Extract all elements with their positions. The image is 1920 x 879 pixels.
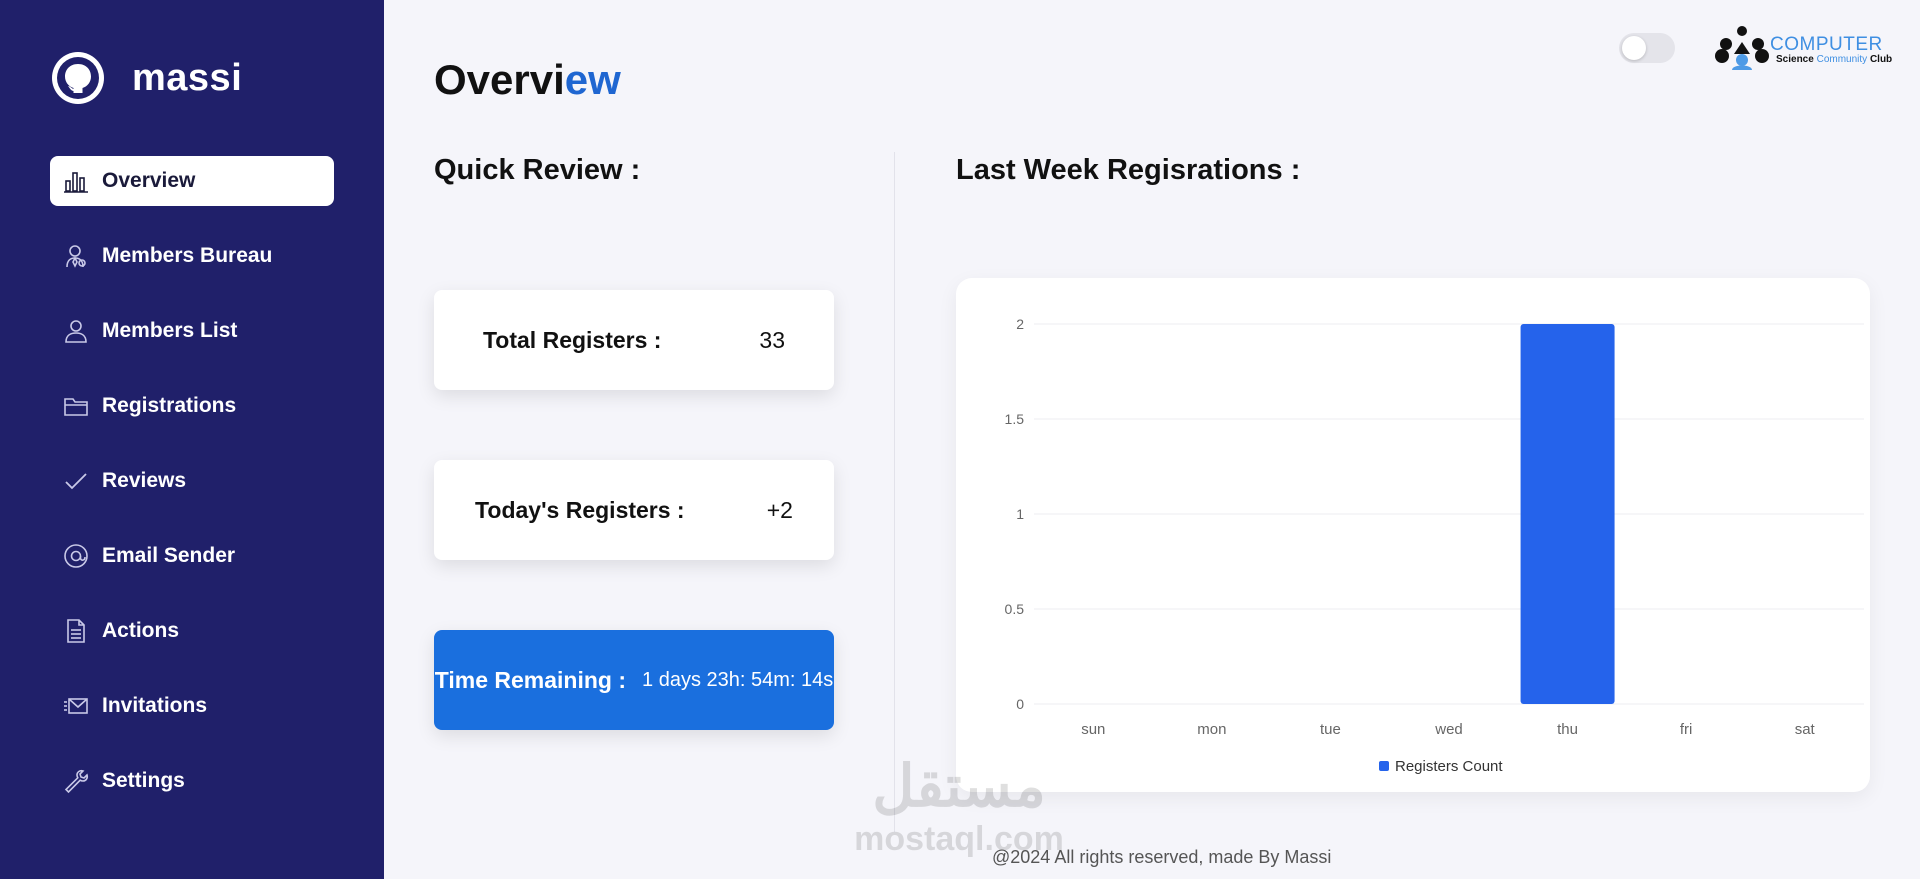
sidebar-item-members-list[interactable]: Members List: [50, 306, 334, 356]
sidebar-item-label: Members Bureau: [102, 244, 273, 267]
y-tick-label: 1: [1016, 506, 1024, 522]
wrench-icon: [62, 767, 90, 795]
club-logo-subtitle: Science Community Club: [1776, 54, 1893, 65]
footer-text: @2024 All rights reserved, made By Massi: [992, 847, 1332, 867]
sidebar: massi Overview Members Bureau Members Li…: [0, 0, 384, 879]
total-registers-card: Total Registers : 33: [434, 290, 834, 390]
user-icon: [62, 317, 90, 345]
legend-swatch: [1379, 761, 1389, 771]
y-tick-label: 0.5: [1005, 601, 1025, 617]
bar-chart-icon: [62, 167, 90, 195]
club-people-icon: [1715, 26, 1769, 70]
registrations-chart-card: 0 0.5 1 1.5 2 sun mon tue wed thu fri sat Registers …: [956, 278, 1870, 792]
at-sign-icon: [62, 542, 90, 570]
envelope-icon: [62, 692, 90, 720]
bar: [1520, 324, 1615, 704]
last-week-title: Last Week Regisrations :: [956, 154, 1301, 186]
sidebar-item-label: Reviews: [102, 469, 187, 492]
sidebar-item-overview[interactable]: Overview: [50, 156, 334, 206]
sidebar-item-label: Members List: [102, 319, 238, 342]
y-tick-label: 2: [1016, 316, 1024, 332]
sidebar-item-label: Overview: [102, 169, 196, 192]
brand-name: massi: [132, 56, 243, 99]
x-tick-label: fri: [1680, 721, 1693, 738]
sidebar-item-reviews[interactable]: Reviews: [50, 456, 334, 506]
y-tick-label: 1.5: [1005, 411, 1025, 427]
sidebar-item-label: Invitations: [102, 694, 208, 717]
sidebar-item-actions[interactable]: Actions: [50, 606, 334, 656]
sidebar-item-members-bureau[interactable]: Members Bureau: [50, 231, 334, 281]
x-tick-label: tue: [1320, 721, 1341, 738]
user-tie-icon: [62, 242, 90, 270]
section-divider: [894, 152, 895, 832]
page-title: Overview: [434, 56, 621, 103]
total-registers-label: Total Registers :: [482, 326, 662, 353]
x-tick-label: wed: [1434, 721, 1463, 738]
sidebar-item-settings[interactable]: Settings: [50, 756, 334, 806]
sidebar-item-label: Email Sender: [102, 544, 236, 567]
club-logo: COMPUTER Science Community Club: [1714, 24, 1894, 72]
sidebar-item-label: Registrations: [102, 394, 237, 417]
time-remaining-card: Time Remaining : 1 days 23h: 54m: 14s: [434, 630, 834, 730]
brand[interactable]: massi: [52, 52, 242, 104]
toggle-knob: [1622, 36, 1646, 60]
x-tick-label: thu: [1557, 721, 1578, 738]
theme-toggle[interactable]: [1619, 33, 1675, 63]
sidebar-item-email-sender[interactable]: Email Sender: [50, 531, 334, 581]
x-tick-label: sun: [1081, 721, 1105, 738]
total-registers-value: 33: [759, 326, 786, 353]
sidebar-item-invitations[interactable]: Invitations: [50, 681, 334, 731]
x-tick-label: sat: [1795, 721, 1816, 738]
legend-label: Registers Count: [1395, 758, 1503, 775]
sidebar-item-label: Actions: [102, 619, 180, 642]
watermark-arabic: مستقل: [872, 754, 1046, 819]
club-logo-title: COMPUTER: [1770, 34, 1883, 55]
document-icon: [62, 617, 90, 645]
sidebar-item-registrations[interactable]: Registrations: [50, 381, 334, 431]
mostaql-watermark: مستقل mostaql.com: [844, 752, 1074, 862]
sidebar-nav: Overview Members Bureau Members List Reg…: [50, 156, 334, 831]
x-tick-label: mon: [1197, 721, 1226, 738]
time-remaining-label: Time Remaining :: [434, 666, 627, 693]
registrations-bar-chart: 0 0.5 1 1.5 2 sun mon tue wed thu fri sat Registers …: [1005, 316, 1864, 775]
today-registers-value: +2: [766, 496, 793, 523]
time-remaining-value: 1 days 23h: 54m: 14s: [642, 668, 834, 691]
github-icon: [52, 52, 104, 104]
today-registers-label: Today's Registers :: [475, 496, 685, 523]
today-registers-card: Today's Registers : +2: [434, 460, 834, 560]
sidebar-item-label: Settings: [102, 769, 185, 792]
check-icon: [62, 467, 90, 495]
folder-icon: [62, 392, 90, 420]
quick-review-title: Quick Review :: [434, 154, 641, 186]
y-tick-label: 0: [1016, 696, 1024, 712]
